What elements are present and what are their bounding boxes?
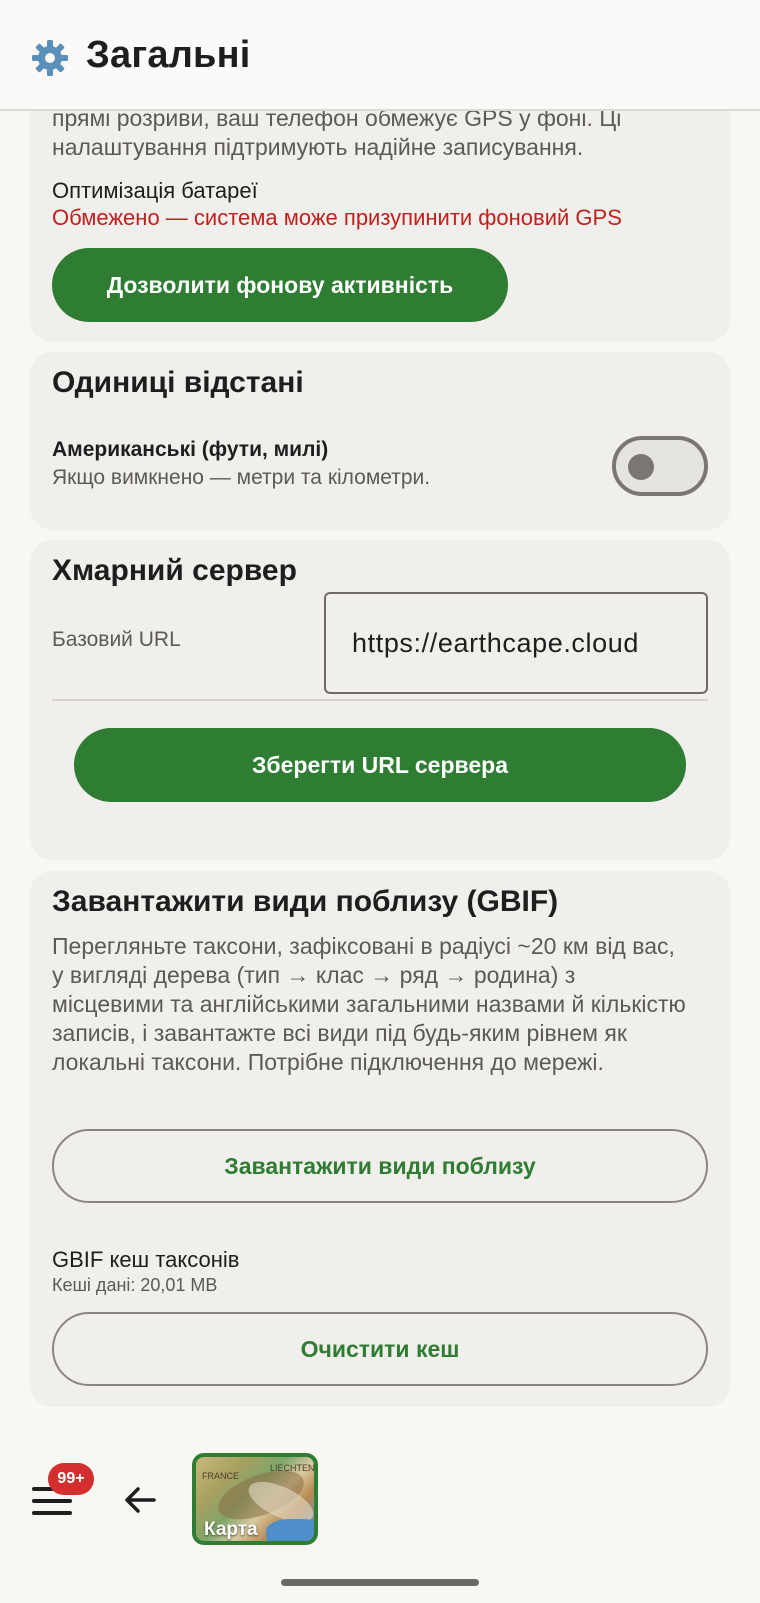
map-button[interactable]: FRANCE LIECHTENS Карта [192, 1453, 318, 1545]
gbif-description: Перегляньте таксони, зафіксовані в радіу… [52, 933, 686, 1075]
cloud-server-card: Хмарний сервер Базовий URL https://earth… [30, 540, 730, 860]
map-button-label: Карта [204, 1519, 258, 1540]
background-intro-text: прямі розриви, ваш телефон обмежує GPS у… [52, 105, 622, 160]
gbif-cache-size: Кеші дані: 20,01 MB [52, 1275, 218, 1295]
imperial-units-description: Якщо вимкнено — метри та кілометри. [52, 466, 431, 489]
home-indicator[interactable] [281, 1579, 479, 1586]
base-url-label: Базовий URL [52, 628, 181, 651]
imperial-units-label: Американські (фути, милі) [52, 438, 329, 461]
load-nearby-species-button[interactable]: Завантажити види поблизу [52, 1129, 708, 1203]
map-place-label: LIECHTENS [270, 1463, 318, 1473]
map-lake-shape [266, 1519, 314, 1541]
gear-icon [32, 40, 68, 76]
gbif-card: Завантажити види поблизу (GBIF) Переглян… [30, 871, 730, 1407]
notification-badge: 99+ [48, 1463, 94, 1495]
gbif-cache-label: GBIF кеш таксонів [52, 1247, 240, 1272]
allow-background-activity-button[interactable]: Дозволити фонову активність [52, 248, 508, 322]
distance-units-title: Одиниці відстані [52, 366, 304, 399]
back-arrow-icon[interactable] [122, 1482, 158, 1518]
imperial-units-toggle[interactable] [612, 436, 708, 496]
base-url-input[interactable]: https://earthcape.cloud [324, 592, 708, 694]
cloud-server-title: Хмарний сервер [52, 554, 297, 587]
battery-optimization-status: Обмежено — система може призупинити фоно… [52, 205, 622, 230]
clear-cache-button[interactable]: Очистити кеш [52, 1312, 708, 1386]
battery-optimization-label: Оптимізація батареї [52, 178, 258, 203]
gbif-title: Завантажити види поблизу (GBIF) [52, 885, 559, 918]
save-server-url-button[interactable]: Зберегти URL сервера [74, 728, 686, 802]
settings-scroll-area[interactable]: прямі розриви, ваш телефон обмежує GPS у… [0, 0, 760, 1420]
distance-units-card: Одиниці відстані Американські (фути, мил… [30, 352, 730, 530]
map-place-label: FRANCE [202, 1471, 240, 1481]
toggle-knob [628, 454, 654, 480]
app-header: Загальні [0, 0, 760, 111]
url-divider [52, 699, 708, 701]
page-title: Загальні [86, 34, 251, 76]
